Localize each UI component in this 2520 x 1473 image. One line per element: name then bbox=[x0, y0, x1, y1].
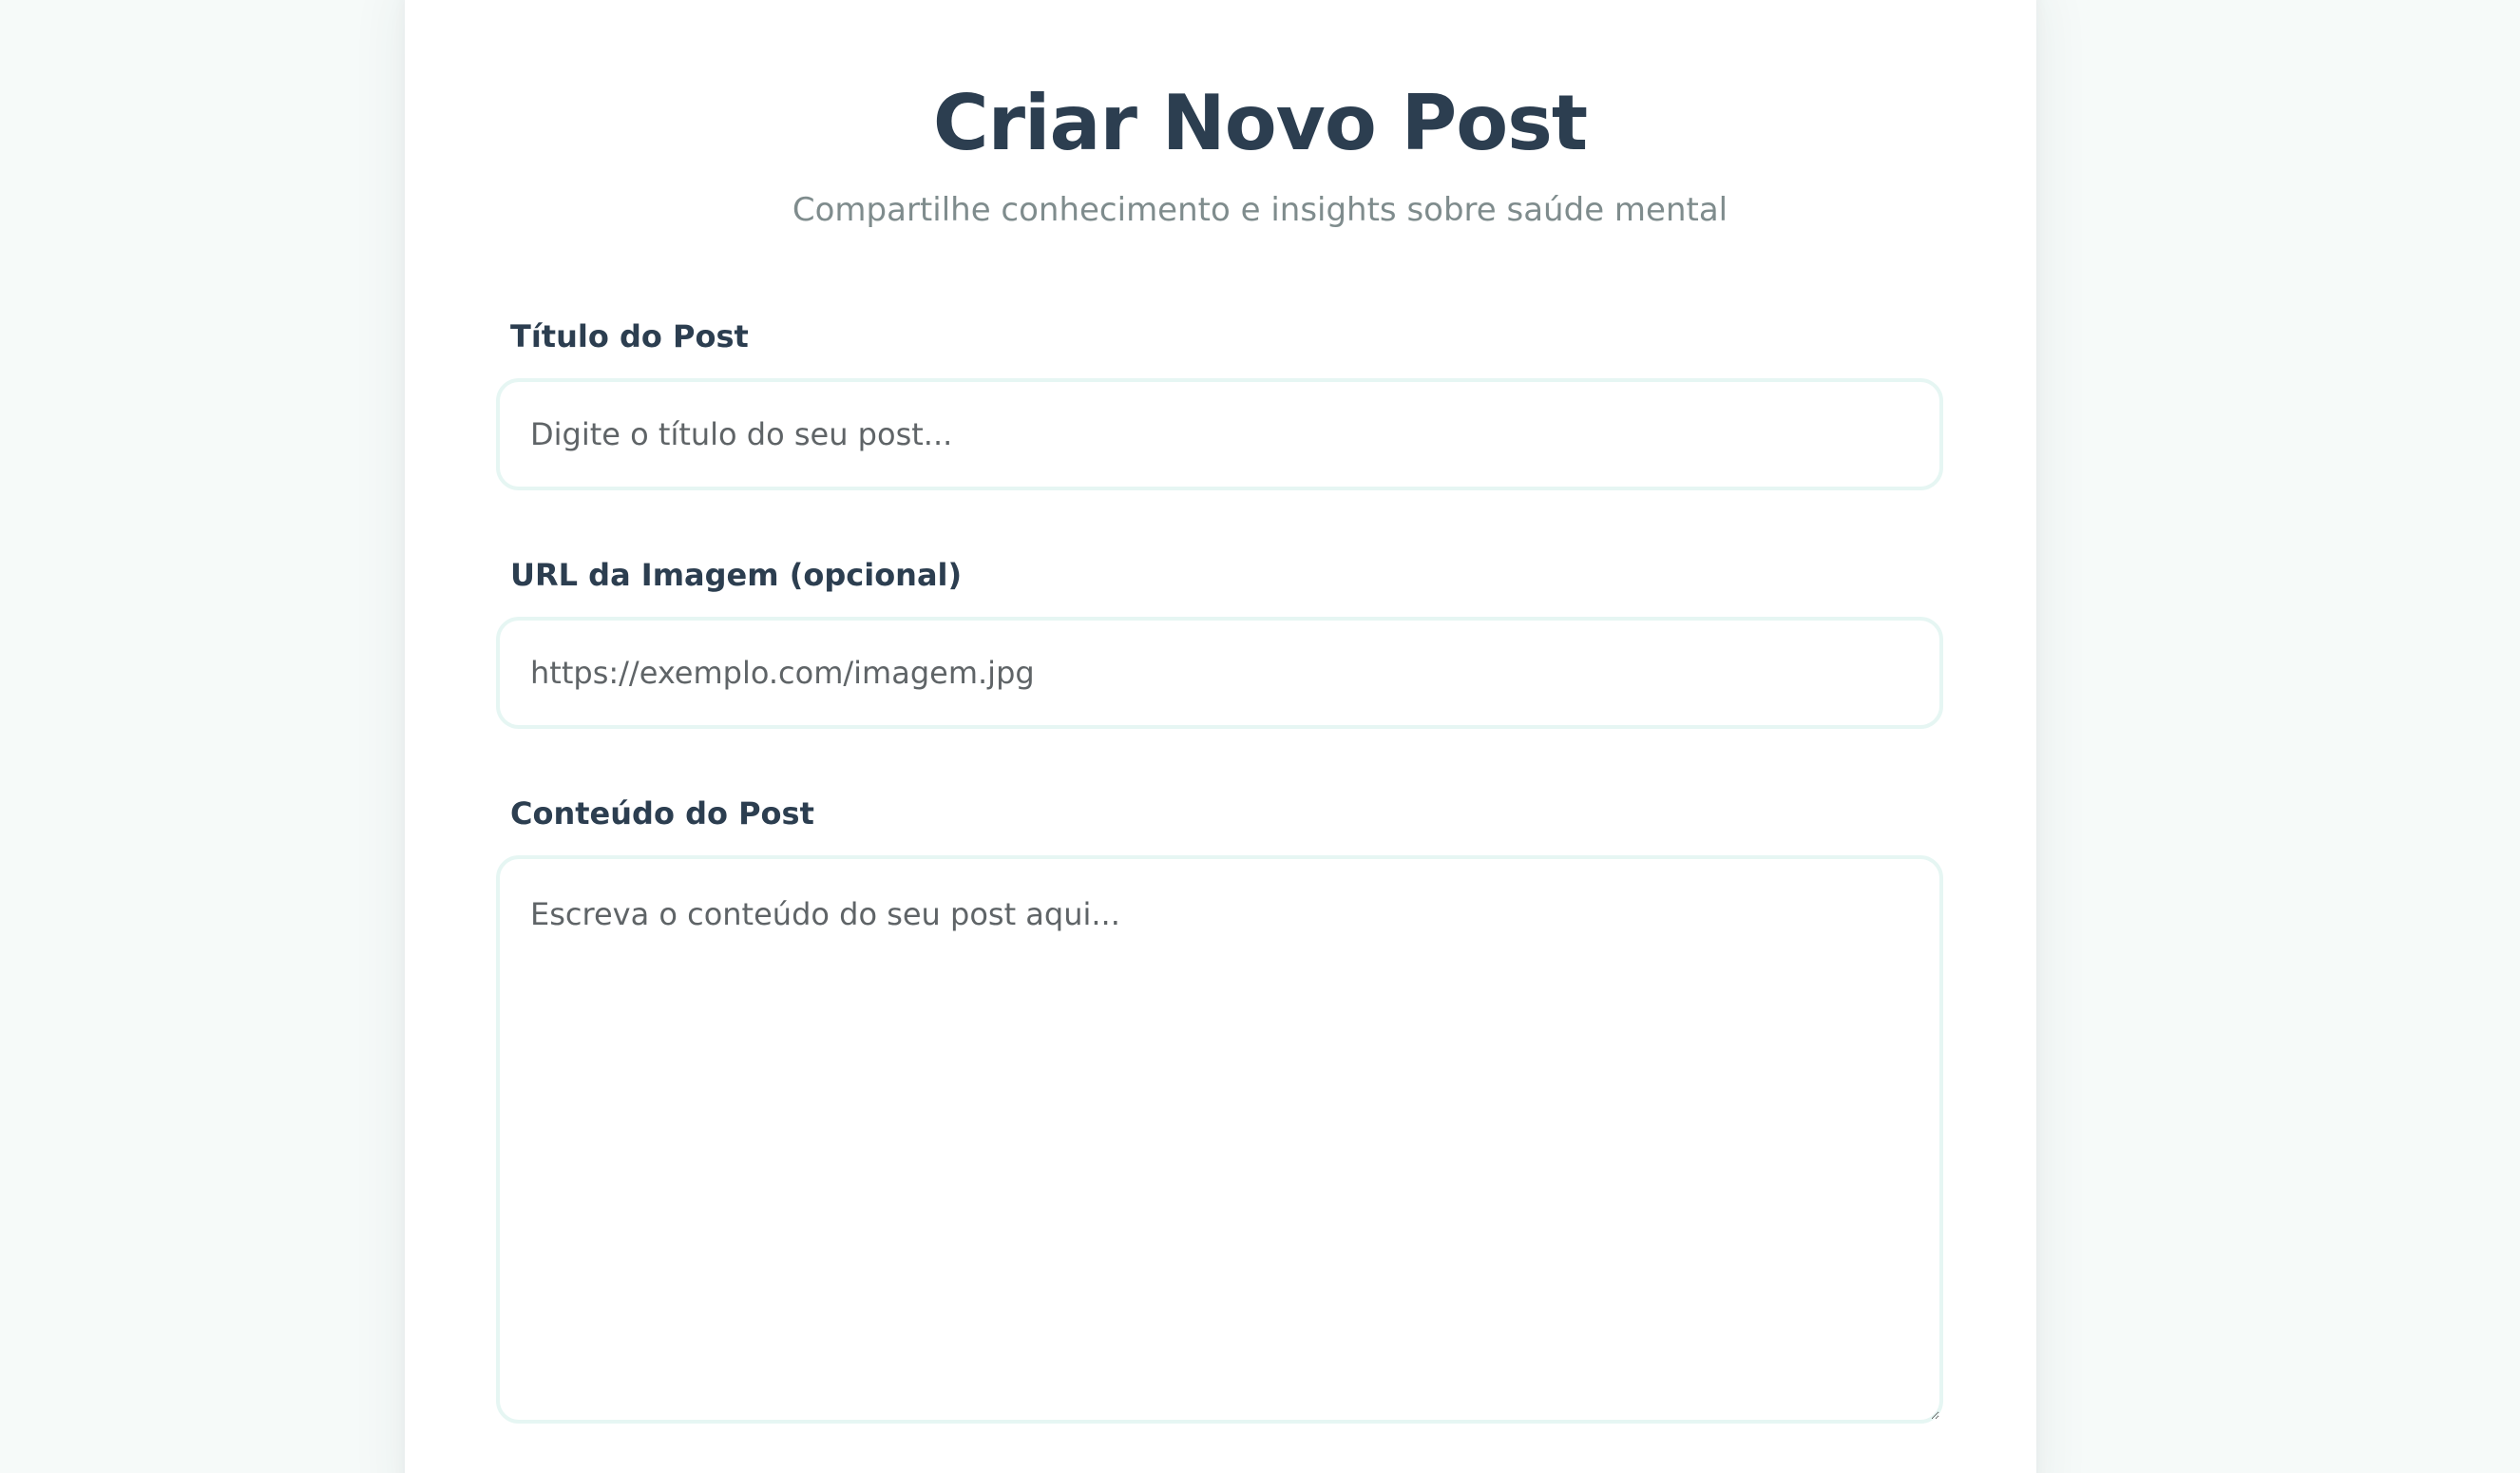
page-subtitle: Compartilhe conhecimento e insights sobr… bbox=[792, 191, 1728, 229]
post-content-textarea[interactable] bbox=[496, 855, 1943, 1424]
page: Criar Novo Post Compartilhe conhecimento… bbox=[0, 0, 2520, 1473]
post-title-label: Título do Post bbox=[510, 318, 749, 354]
image-url-input[interactable] bbox=[496, 617, 1943, 729]
post-content-label: Conteúdo do Post bbox=[510, 795, 814, 832]
image-url-label: URL da Imagem (opcional) bbox=[510, 557, 963, 593]
post-title-input[interactable] bbox=[496, 378, 1943, 490]
page-title: Criar Novo Post bbox=[932, 79, 1588, 167]
